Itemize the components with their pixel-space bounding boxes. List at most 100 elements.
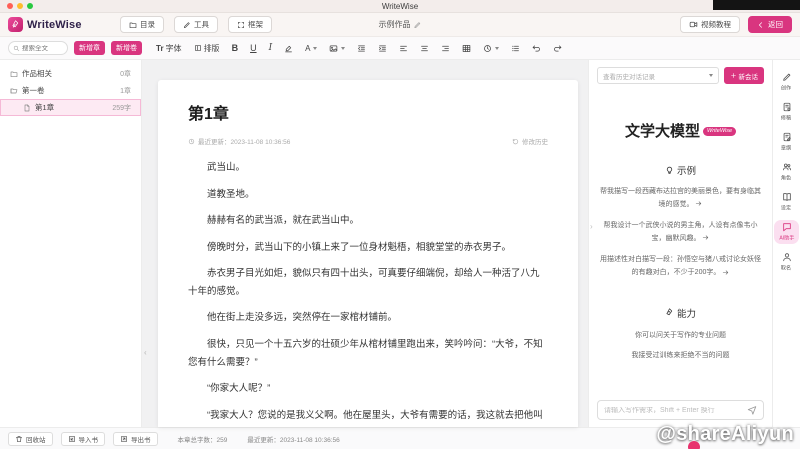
history-time-button[interactable] xyxy=(483,44,500,53)
ability-line: 你可以问关于写作的专业问题 xyxy=(635,331,726,339)
insert-image-button[interactable] xyxy=(329,44,346,53)
catalog-button[interactable]: 目录 xyxy=(120,16,164,33)
paragraph[interactable]: 赤衣男子目光如炬，貌似只有四十出头，可真要仔细端倪，却给人一种活了八九十年的感觉… xyxy=(188,265,548,300)
editor-toolbar: 新增章 新增卷 Tr 字体 排版 B U I A xyxy=(0,37,800,60)
rail-item-settings[interactable]: 设定 xyxy=(774,190,799,214)
sidebar-item-chapter-1[interactable]: 第1章 259字 xyxy=(0,99,141,116)
tools-label: 工具 xyxy=(194,20,209,29)
pen-icon xyxy=(782,73,790,81)
paragraph[interactable]: 武当山。 xyxy=(188,159,548,177)
person-icon xyxy=(782,253,791,262)
send-icon[interactable] xyxy=(747,405,757,415)
video-tutorial-button[interactable]: 视频教程 xyxy=(680,16,740,33)
indent-increase-icon xyxy=(379,45,387,51)
rail-item-create[interactable]: 创作 xyxy=(774,70,799,94)
new-session-label: 新会话 xyxy=(738,73,759,81)
add-volume-button[interactable]: 新增卷 xyxy=(111,41,142,55)
rail-item-outline[interactable]: 章纲 xyxy=(774,130,799,154)
font-family-button[interactable]: Tr 字体 xyxy=(156,43,182,54)
redo-button[interactable] xyxy=(553,44,562,53)
file-icon xyxy=(24,104,30,111)
font-tr-glyph: Tr xyxy=(156,43,164,53)
search-icon xyxy=(13,45,20,51)
chapter-content[interactable]: 武当山。 道教圣地。 赫赫有名的武当派，就在武当山中。 傍晚时分，武当山下的小镇… xyxy=(188,159,548,427)
prompt-input[interactable] xyxy=(604,406,743,414)
rail-item-label: 修稿 xyxy=(781,116,792,122)
history-dialog-select[interactable]: 查看历史对话记录 xyxy=(597,67,719,84)
rail-item-label: 角色 xyxy=(781,176,792,182)
paragraph[interactable]: “我家大人？您说的是我义父啊。他在屋里头，大爷有需要的话，我这就去把他叫来。” xyxy=(188,407,548,427)
paragraph[interactable]: 他在街上走没多远，突然停在一家棺材铺前。 xyxy=(188,309,548,327)
header-nav: 目录 工具 框架 xyxy=(120,16,272,33)
paragraph[interactable]: 赫赫有名的武当派，就在武当山中。 xyxy=(188,212,548,230)
indent-increase-button[interactable] xyxy=(378,44,387,53)
rail-item-revise[interactable]: 修稿 xyxy=(774,100,799,124)
italic-button[interactable]: I xyxy=(269,43,273,53)
import-book-button[interactable]: 导入书 xyxy=(60,431,105,446)
paragraph[interactable]: 很快，只见一个十五六岁的壮硕少年从棺材铺里跑出来，笑吟吟问：“大爷，不知您有什么… xyxy=(188,336,548,371)
model-title: 文学大模型 xyxy=(624,122,700,140)
paragraph[interactable]: 傍晚时分，武当山下的小镇上来了一位身材魁梧，相貌堂堂的赤衣男子。 xyxy=(188,239,548,257)
paragraph[interactable]: 道教圣地。 xyxy=(188,186,548,204)
rail-item-naming[interactable]: 取名 xyxy=(774,250,799,274)
typeset-button[interactable]: 排版 xyxy=(194,43,220,54)
frame-button[interactable]: 框架 xyxy=(228,16,272,33)
font-color-button[interactable]: A xyxy=(305,44,318,53)
example-prompt[interactable]: 帮我描写一段西藏布达拉宫的美丽景色，要有身临其境的感觉。 xyxy=(600,186,761,211)
prompt-input-box[interactable] xyxy=(597,400,764,420)
pen-icon xyxy=(184,21,190,28)
document-person-icon xyxy=(783,102,790,112)
fulltext-search[interactable] xyxy=(8,41,68,55)
document-title: 示例作品 xyxy=(379,19,422,30)
indent-decrease-button[interactable] xyxy=(357,44,366,53)
recycle-bin-label: 回收站 xyxy=(26,436,46,444)
editor-area: ‹ 第1章 最近更新：2023-11-08 10:36:56 修改历史 武当山。… xyxy=(142,60,588,427)
sidebar-item-volume-1[interactable]: 第一卷 1章 xyxy=(0,82,141,99)
recycle-bin-button[interactable]: 回收站 xyxy=(8,431,53,446)
example-prompt[interactable]: 帮我设计一个武侠小说的男主角，人设有点像韦小宝，幽默风趣。 xyxy=(600,220,761,245)
example-prompt[interactable]: 用描述性对白描写一段：孙悟空与猪八戒讨论女妖怪的有趣对白，不少于200字。 xyxy=(600,254,761,279)
align-center-icon xyxy=(421,45,429,51)
new-session-button[interactable]: 新会话 xyxy=(723,67,764,84)
add-chapter-button[interactable]: 新增章 xyxy=(74,41,105,55)
edit-title-icon[interactable] xyxy=(414,21,422,29)
insert-table-button[interactable] xyxy=(462,44,471,53)
indent-decrease-icon xyxy=(358,45,366,51)
underline-button[interactable]: U xyxy=(250,43,257,53)
back-button[interactable]: 返回 xyxy=(748,16,792,33)
bold-button[interactable]: B xyxy=(232,43,239,53)
video-camera-icon xyxy=(689,21,698,28)
chapter-count: 0章 xyxy=(120,70,131,78)
folder-icon xyxy=(129,22,137,28)
sidebar-item-related-works[interactable]: 作品相关 0章 xyxy=(0,65,141,82)
rail-item-characters[interactable]: 角色 xyxy=(774,160,799,184)
search-input[interactable] xyxy=(22,44,63,52)
list-button[interactable] xyxy=(511,44,520,53)
typeset-label: 排版 xyxy=(203,43,220,53)
model-heading: 文学大模型 WriteWise xyxy=(597,120,764,141)
lightbulb-icon xyxy=(666,166,673,174)
window-title: WriteWise xyxy=(381,1,419,11)
highlighter-button[interactable] xyxy=(284,44,293,53)
revision-history-link[interactable]: 修改历史 xyxy=(512,136,548,146)
book-icon xyxy=(782,193,791,201)
manuscript-page[interactable]: 第1章 最近更新：2023-11-08 10:36:56 修改历史 武当山。 道… xyxy=(158,80,578,427)
undo-button[interactable] xyxy=(532,44,541,53)
catalog-label: 目录 xyxy=(140,20,155,29)
align-right-button[interactable] xyxy=(441,44,450,53)
paragraph[interactable]: “你家大人呢？” xyxy=(188,380,548,398)
tools-button[interactable]: 工具 xyxy=(174,16,218,33)
redo-icon xyxy=(554,45,562,51)
export-book-button[interactable]: 导出书 xyxy=(113,431,158,446)
arrow-right-icon xyxy=(723,270,729,275)
panel-collapse-handle[interactable]: › xyxy=(590,222,593,231)
align-left-button[interactable] xyxy=(399,44,408,53)
list-icon xyxy=(512,45,520,51)
rail-item-ai-assistant[interactable]: AI助手 xyxy=(774,220,799,244)
trash-icon xyxy=(15,435,22,442)
import-book-label: 导入书 xyxy=(78,436,99,444)
main-body: 作品相关 0章 第一卷 1章 第1章 259字 ‹ 第1章 最近更新：2023-… xyxy=(0,60,800,427)
sidebar-collapse-handle[interactable]: ‹ xyxy=(144,348,147,357)
align-center-button[interactable] xyxy=(420,44,429,53)
chevron-left-icon xyxy=(759,21,762,28)
